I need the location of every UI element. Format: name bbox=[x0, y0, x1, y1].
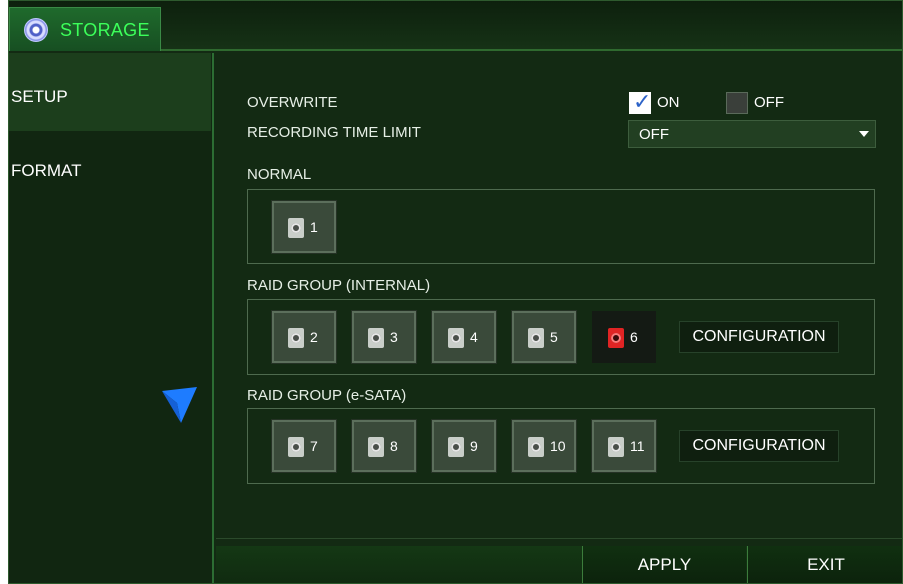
disc-icon bbox=[24, 18, 48, 42]
raid-esata-label: RAID GROUP (e-SATA) bbox=[247, 387, 407, 404]
disk-button-5[interactable]: 5 bbox=[511, 310, 577, 364]
disk-number: 9 bbox=[470, 438, 478, 454]
hard-disk-icon bbox=[528, 437, 544, 457]
disk-button-3[interactable]: 3 bbox=[351, 310, 417, 364]
hard-disk-icon bbox=[368, 437, 384, 457]
raid-internal-group-box: 2 3 4 5 6 CONFIGURATION bbox=[247, 299, 875, 375]
setup-panel: OVERWRITE ✓ ON OFF RECORDING TIME LIMIT … bbox=[216, 53, 902, 583]
exit-button[interactable]: EXIT bbox=[747, 546, 902, 583]
hard-disk-icon bbox=[528, 328, 544, 348]
footer-divider bbox=[216, 538, 902, 539]
disk-button-7[interactable]: 7 bbox=[271, 419, 337, 473]
storage-window: STORAGE SETUP FORMAT OVERWRITE ✓ ON OFF … bbox=[8, 0, 903, 584]
sidebar: SETUP FORMAT bbox=[9, 53, 214, 583]
disk-number: 11 bbox=[630, 438, 645, 454]
raid-internal-label: RAID GROUP (INTERNAL) bbox=[247, 277, 431, 294]
disk-button-10[interactable]: 10 bbox=[511, 419, 577, 473]
normal-group-label: NORMAL bbox=[247, 166, 312, 183]
disk-number: 5 bbox=[550, 329, 558, 345]
disk-button-9[interactable]: 9 bbox=[431, 419, 497, 473]
hard-disk-icon bbox=[288, 437, 304, 457]
disk-number: 1 bbox=[310, 219, 318, 235]
raid-esata-configuration-button[interactable]: CONFIGURATION bbox=[679, 430, 839, 462]
title-tab: STORAGE bbox=[9, 7, 161, 51]
dropdown-value: OFF bbox=[639, 126, 669, 143]
disk-button-11[interactable]: 11 bbox=[591, 419, 657, 473]
hard-disk-icon bbox=[288, 328, 304, 348]
disk-button-4[interactable]: 4 bbox=[431, 310, 497, 364]
checkmark-icon: ✓ bbox=[633, 89, 652, 114]
disk-button-6-error[interactable]: 6 bbox=[592, 311, 656, 363]
overwrite-on-label: ON bbox=[657, 94, 680, 111]
sidebar-item-format[interactable]: FORMAT bbox=[9, 153, 211, 231]
dropdown-arrow-icon bbox=[859, 131, 869, 137]
normal-group-box: 1 bbox=[247, 189, 875, 264]
hard-disk-error-icon bbox=[608, 328, 624, 348]
overwrite-off-checkbox[interactable] bbox=[726, 92, 748, 114]
sidebar-item-setup[interactable]: SETUP bbox=[9, 53, 211, 131]
raid-esata-group-box: 7 8 9 10 11 CONFIGURATION bbox=[247, 408, 875, 484]
disk-number: 10 bbox=[550, 438, 566, 454]
recording-time-limit-dropdown[interactable]: OFF bbox=[628, 120, 876, 148]
apply-button[interactable]: APPLY bbox=[582, 546, 746, 583]
overwrite-label: OVERWRITE bbox=[247, 94, 338, 111]
hard-disk-icon bbox=[288, 218, 304, 238]
disk-button-1[interactable]: 1 bbox=[271, 200, 337, 254]
hard-disk-icon bbox=[368, 328, 384, 348]
raid-internal-configuration-button[interactable]: CONFIGURATION bbox=[679, 321, 839, 353]
disk-button-2[interactable]: 2 bbox=[271, 310, 337, 364]
disk-number: 7 bbox=[310, 438, 318, 454]
disk-button-8[interactable]: 8 bbox=[351, 419, 417, 473]
window-title: STORAGE bbox=[60, 20, 150, 40]
disk-number: 6 bbox=[630, 329, 638, 345]
disk-number: 3 bbox=[390, 329, 398, 345]
disk-number: 8 bbox=[390, 438, 398, 454]
hard-disk-icon bbox=[448, 437, 464, 457]
sidebar-item-label: FORMAT bbox=[11, 161, 82, 180]
disk-number: 2 bbox=[310, 329, 318, 345]
disk-number: 4 bbox=[470, 329, 478, 345]
hard-disk-icon bbox=[448, 328, 464, 348]
hard-disk-icon bbox=[608, 437, 624, 457]
title-bar: STORAGE bbox=[9, 1, 902, 51]
overwrite-off-label: OFF bbox=[754, 94, 784, 111]
mouse-cursor-icon bbox=[162, 387, 197, 423]
recording-time-limit-label: RECORDING TIME LIMIT bbox=[247, 124, 421, 141]
sidebar-item-label: SETUP bbox=[11, 87, 68, 106]
overwrite-on-checkbox[interactable]: ✓ bbox=[629, 89, 652, 114]
